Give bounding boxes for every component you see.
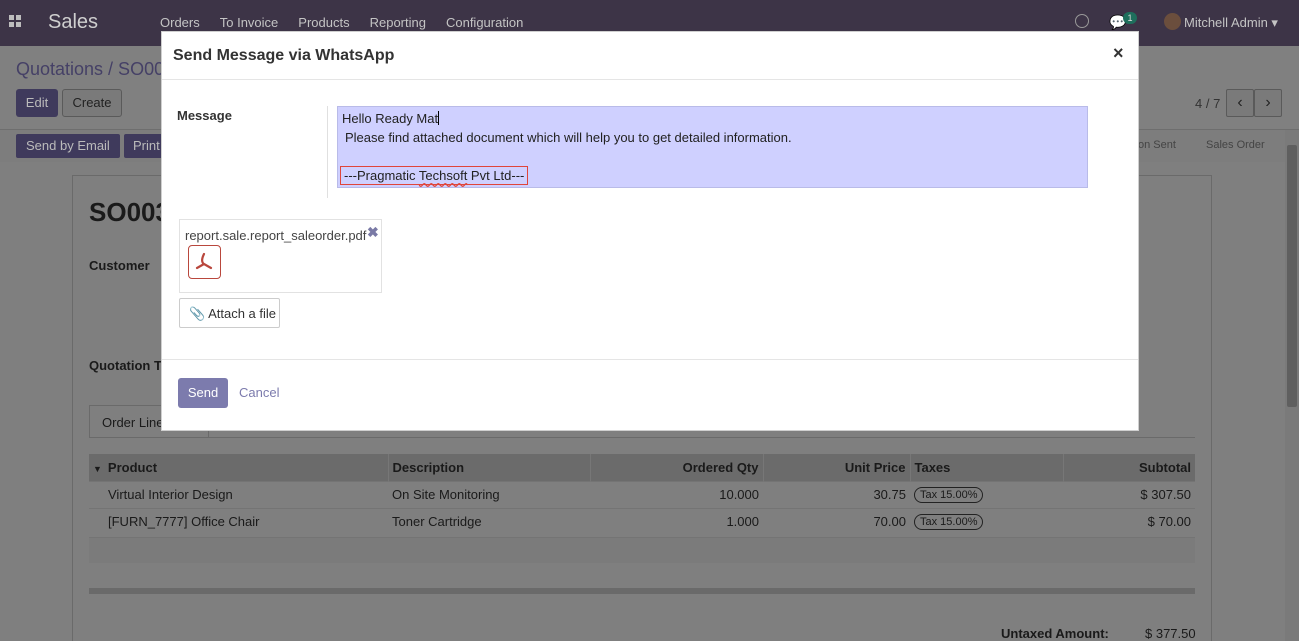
field-divider: [327, 106, 328, 198]
main-menu: Orders To Invoice Products Reporting Con…: [160, 15, 523, 30]
cell-subtotal: $ 307.50: [1063, 480, 1195, 508]
cell-taxes: Tax 15.00%: [910, 480, 1063, 508]
menu-to-invoice[interactable]: To Invoice: [220, 15, 279, 30]
close-icon[interactable]: ×: [1113, 43, 1124, 64]
column-subtotal[interactable]: Subtotal: [1063, 454, 1195, 481]
untaxed-amount-label: Untaxed Amount:: [1001, 626, 1109, 641]
activity-clock-icon[interactable]: [1075, 14, 1089, 28]
tax-badge: Tax 15.00%: [914, 487, 984, 503]
attachment-card[interactable]: report.sale.report_saleorder.pdf ✖: [179, 219, 382, 293]
text-caret: [438, 111, 440, 125]
tab-divider: [89, 437, 1195, 438]
cell-product: [FURN_7777] Office Chair: [89, 507, 388, 535]
dialog-header: Send Message via WhatsApp ×: [162, 32, 1138, 80]
pager-value: 4 / 7: [1195, 96, 1221, 111]
print-button[interactable]: Print: [124, 134, 164, 158]
chat-count-badge: 1: [1123, 12, 1137, 24]
send-by-email-button[interactable]: Send by Email: [16, 134, 120, 158]
customer-label: Customer: [89, 258, 150, 273]
cell-description: On Site Monitoring: [388, 480, 590, 508]
cell-subtotal: $ 70.00: [1063, 507, 1195, 535]
message-textarea[interactable]: Hello Ready Mat Please find attached doc…: [337, 106, 1088, 188]
cell-product: Virtual Interior Design: [89, 480, 388, 508]
whatsapp-dialog: Send Message via WhatsApp × Message Hell…: [161, 31, 1139, 431]
menu-products[interactable]: Products: [298, 15, 349, 30]
edit-button[interactable]: Edit: [16, 89, 58, 117]
cancel-button[interactable]: Cancel: [239, 385, 279, 400]
avatar[interactable]: [1164, 13, 1181, 30]
menu-reporting[interactable]: Reporting: [370, 15, 426, 30]
cell-price: 70.00: [763, 507, 910, 535]
cell-qty: 1.000: [590, 507, 763, 535]
pdf-icon: [188, 245, 221, 279]
apps-grid-icon[interactable]: [9, 15, 23, 29]
empty-row: [89, 537, 1195, 563]
stage-sent[interactable]: on Sent: [1138, 139, 1176, 151]
remove-attachment-icon[interactable]: ✖: [367, 224, 379, 241]
message-body: Please find attached document which will…: [345, 130, 792, 145]
table-row[interactable]: [FURN_7777] Office Chair Toner Cartridge…: [89, 507, 1195, 535]
user-menu[interactable]: Mitchell Admin ▾: [1184, 15, 1278, 31]
menu-configuration[interactable]: Configuration: [446, 15, 523, 30]
create-button[interactable]: Create: [62, 89, 122, 117]
menu-orders[interactable]: Orders: [160, 15, 200, 30]
attachment-filename: report.sale.report_saleorder.pdf: [185, 228, 367, 243]
message-label: Message: [177, 108, 232, 123]
pager-prev-icon[interactable]: ‹: [1226, 89, 1254, 117]
breadcrumb[interactable]: Quotations / SO00: [16, 59, 164, 80]
table-header: ▼ Product Description Ordered Qty Unit Pr…: [89, 454, 1195, 481]
totals-divider: [89, 588, 1195, 594]
column-product[interactable]: ▼ Product: [89, 454, 389, 481]
attach-file-button[interactable]: 📎 Attach a file: [179, 298, 280, 328]
dialog-footer: Send Cancel: [162, 359, 1138, 430]
cell-description: Toner Cartridge: [388, 507, 590, 535]
message-greeting: Hello Ready Mat: [342, 111, 440, 126]
column-unit-price[interactable]: Unit Price: [763, 454, 911, 481]
dialog-title: Send Message via WhatsApp: [173, 47, 395, 64]
table-row[interactable]: Virtual Interior Design On Site Monitori…: [89, 480, 1195, 508]
cell-price: 30.75: [763, 480, 910, 508]
scrollbar-thumb[interactable]: [1287, 145, 1297, 407]
order-lines-table: ▼ Product Description Ordered Qty Unit Pr…: [89, 454, 1195, 535]
message-signature: ---Pragmatic Techsoft Pvt Ltd---: [340, 166, 529, 185]
tax-badge: Tax 15.00%: [914, 514, 984, 531]
sort-caret-icon: ▼: [93, 463, 102, 474]
untaxed-amount-value: $ 377.50: [1145, 626, 1196, 641]
spellcheck-word: Techsoft: [418, 168, 468, 183]
order-name: SO003: [89, 197, 170, 227]
pager-next-icon[interactable]: ›: [1254, 89, 1282, 117]
stage-sales-order[interactable]: Sales Order: [1206, 139, 1265, 151]
app-name: Sales: [48, 11, 99, 33]
column-taxes[interactable]: Taxes: [910, 454, 1064, 481]
column-description[interactable]: Description: [388, 454, 591, 481]
quotation-template-label: Quotation T: [89, 358, 162, 373]
cell-qty: 10.000: [590, 480, 763, 508]
column-ordered-qty[interactable]: Ordered Qty: [590, 454, 764, 481]
send-button[interactable]: Send: [178, 378, 228, 408]
paperclip-icon: 📎: [189, 306, 206, 321]
cell-taxes: Tax 15.00%: [910, 507, 1063, 535]
